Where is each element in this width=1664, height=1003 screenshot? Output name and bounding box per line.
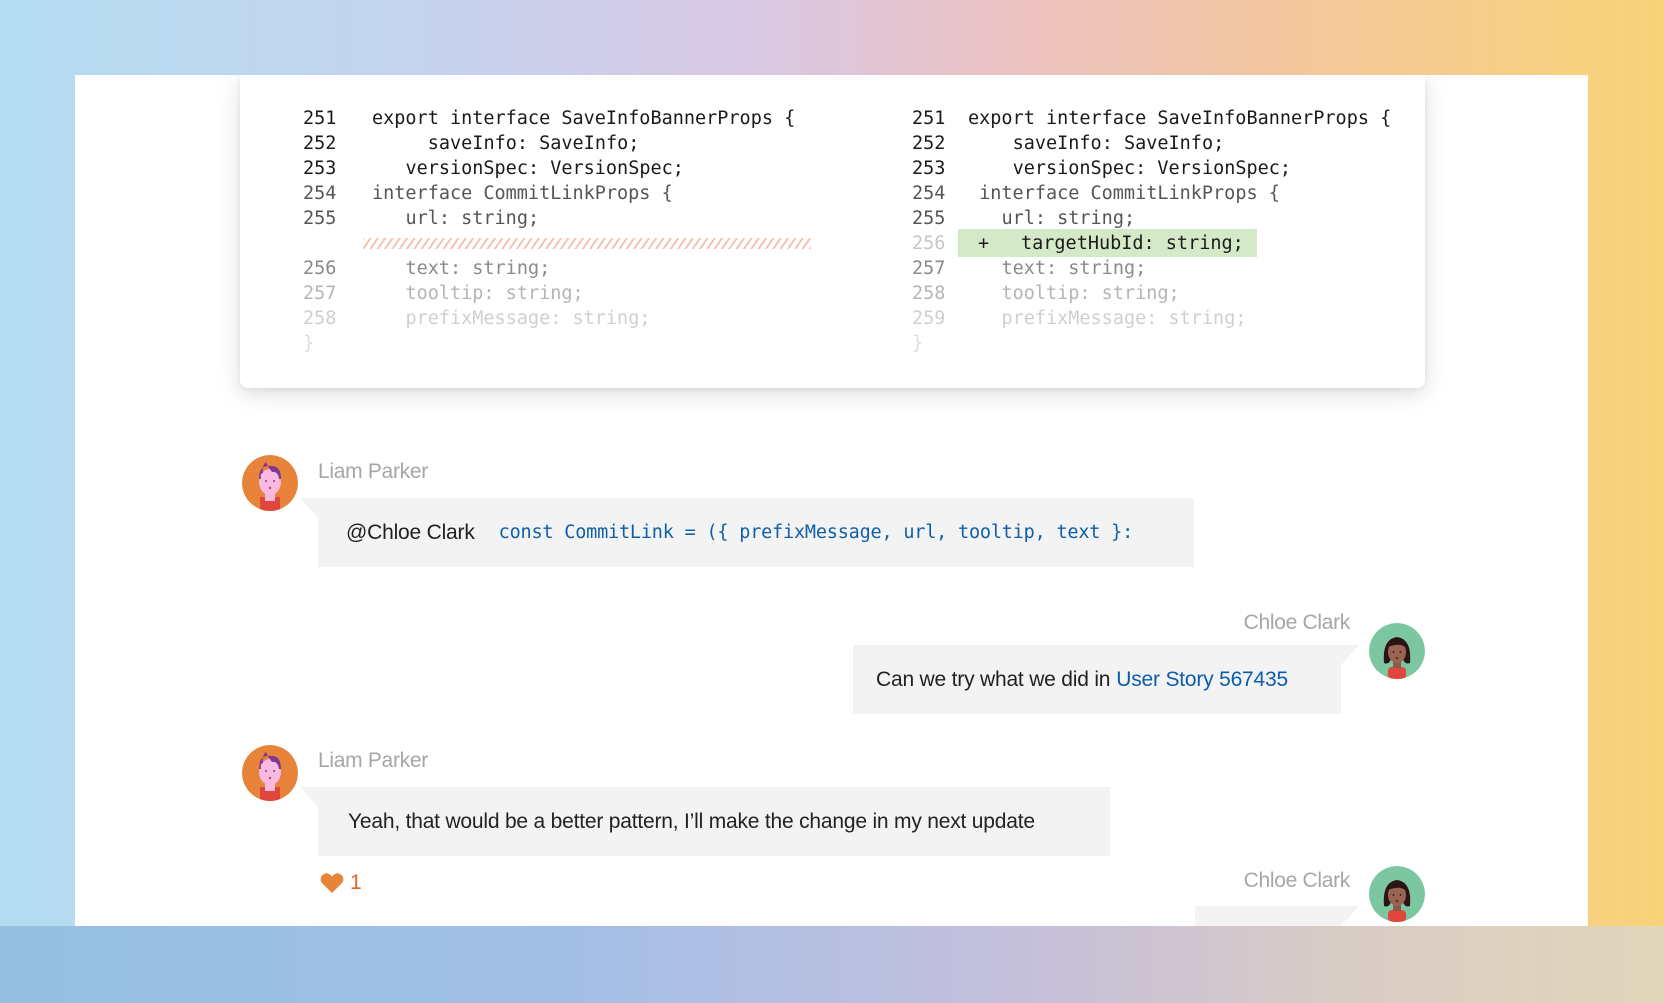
line-number: } xyxy=(303,333,315,354)
comment-bubble: Can we try what we did in User Story 567… xyxy=(853,645,1359,714)
code-text: prefixMessage: string; xyxy=(405,308,651,329)
line-number: 252 xyxy=(912,133,946,154)
code-line: } xyxy=(303,331,823,356)
code-line: 255 url: string; xyxy=(912,206,1412,231)
code-line: 255 url: string; xyxy=(303,206,823,231)
avatar-chloe-clark[interactable] xyxy=(1369,866,1425,922)
line-number: 255 xyxy=(912,208,946,229)
deleted-line-placeholder xyxy=(303,231,823,256)
comment-bubble: Yeah, that would be a better pattern, I’… xyxy=(300,787,1110,856)
code-text: interface CommitLinkProps { xyxy=(979,183,1280,204)
liam-avatar-icon xyxy=(242,745,298,801)
code-text: targetHubId: string; xyxy=(1021,233,1244,254)
code-text: versionSpec: VersionSpec; xyxy=(1012,158,1292,179)
code-line: 253 versionSpec: VersionSpec; xyxy=(912,156,1412,181)
code-line: 258 prefixMessage: string; xyxy=(303,306,823,331)
mention[interactable]: @Chloe Clark xyxy=(346,521,475,545)
code-line: 258 tooltip: string; xyxy=(912,281,1412,306)
added-line: 256 + targetHubId: string; xyxy=(912,229,1412,257)
code-text: interface CommitLinkProps { xyxy=(372,183,673,204)
line-number: } xyxy=(912,333,924,354)
code-line: 257 tooltip: string; xyxy=(303,281,823,306)
line-number: 252 xyxy=(303,133,337,154)
reaction-count: 1 xyxy=(350,871,362,894)
code-line: 254 interface CommitLinkProps { xyxy=(912,181,1412,206)
line-number: 258 xyxy=(303,308,337,329)
deleted-hatch xyxy=(363,238,811,249)
comment-bubble: @Chloe Clark const CommitLink = ({ prefi… xyxy=(300,498,1194,567)
code-text: versionSpec: VersionSpec; xyxy=(405,158,684,179)
line-number: 259 xyxy=(912,308,946,329)
code-text: text: string; xyxy=(1001,258,1147,279)
pull-request-panel: 251 export interface SaveInfoBannerProps … xyxy=(75,75,1588,926)
code-line: 256 text: string; xyxy=(303,256,823,281)
code-line: 252 saveInfo: SaveInfo; xyxy=(912,131,1412,156)
code-line: 253 versionSpec: VersionSpec; xyxy=(303,156,823,181)
code-text: tooltip: string; xyxy=(405,283,584,304)
diff-modified: 251 export interface SaveInfoBannerProps … xyxy=(912,106,1412,356)
comment-author: Chloe Clark xyxy=(1243,611,1351,634)
diff-original: 251 export interface SaveInfoBannerProps … xyxy=(303,106,823,356)
code-line: 254 interface CommitLinkProps { xyxy=(303,181,823,206)
comment-text: Yeah, that would be a better pattern, I’… xyxy=(348,809,1035,833)
code-text: saveInfo: SaveInfo; xyxy=(427,133,640,154)
code-text: url: string; xyxy=(405,208,540,229)
comment-text: Can we try what we did in xyxy=(876,667,1111,691)
background-bottom xyxy=(0,926,1664,1003)
line-number: 257 xyxy=(912,258,946,279)
code-text: export interface SaveInfoBannerProps { xyxy=(372,108,796,129)
line-number: 255 xyxy=(303,208,337,229)
avatar-liam-parker[interactable] xyxy=(242,745,298,801)
avatar-chloe-clark[interactable] xyxy=(1369,623,1425,679)
code-text: url: string; xyxy=(1001,208,1136,229)
code-line: 251 export interface SaveInfoBannerProps … xyxy=(912,106,1412,131)
code-line: 257 text: string; xyxy=(912,256,1412,281)
code-text: tooltip: string; xyxy=(1001,283,1180,304)
added-marker: + xyxy=(978,233,990,254)
line-number: 254 xyxy=(303,183,337,204)
code-text: saveInfo: SaveInfo; xyxy=(1012,133,1225,154)
code-line: 251 export interface SaveInfoBannerProps … xyxy=(303,106,823,131)
code-line: 252 saveInfo: SaveInfo; xyxy=(303,131,823,156)
diff-card: 251 export interface SaveInfoBannerProps … xyxy=(240,75,1425,388)
work-item-link[interactable]: User Story 567435 xyxy=(1116,668,1288,692)
liam-avatar-icon xyxy=(242,455,298,511)
chloe-avatar-icon xyxy=(1369,623,1425,679)
heart-icon xyxy=(320,873,344,893)
line-number: 257 xyxy=(303,283,337,304)
code-text: text: string; xyxy=(405,258,551,279)
code-text: prefixMessage: string; xyxy=(1001,308,1247,329)
line-number: 253 xyxy=(912,158,946,179)
comment-bubble xyxy=(1195,906,1359,926)
line-number: 258 xyxy=(912,283,946,304)
avatar-liam-parker[interactable] xyxy=(242,455,298,511)
code-line: } xyxy=(912,331,1412,356)
chloe-avatar-icon xyxy=(1369,866,1425,922)
comment-author: Liam Parker xyxy=(318,749,428,772)
comment-author: Liam Parker xyxy=(318,460,428,483)
line-number: 254 xyxy=(912,183,946,204)
line-number: 251 xyxy=(303,108,337,129)
line-number: 251 xyxy=(912,108,946,129)
line-number: 256 xyxy=(303,258,337,279)
comment-author: Chloe Clark xyxy=(1243,869,1351,892)
line-number: 253 xyxy=(303,158,337,179)
code-text: export interface SaveInfoBannerProps { xyxy=(968,108,1392,129)
line-number: 256 xyxy=(912,233,946,254)
reaction-button[interactable]: 1 xyxy=(320,871,362,895)
inline-code: const CommitLink = ({ prefixMessage, url… xyxy=(498,522,1134,543)
code-line: 259 prefixMessage: string; xyxy=(912,306,1412,331)
